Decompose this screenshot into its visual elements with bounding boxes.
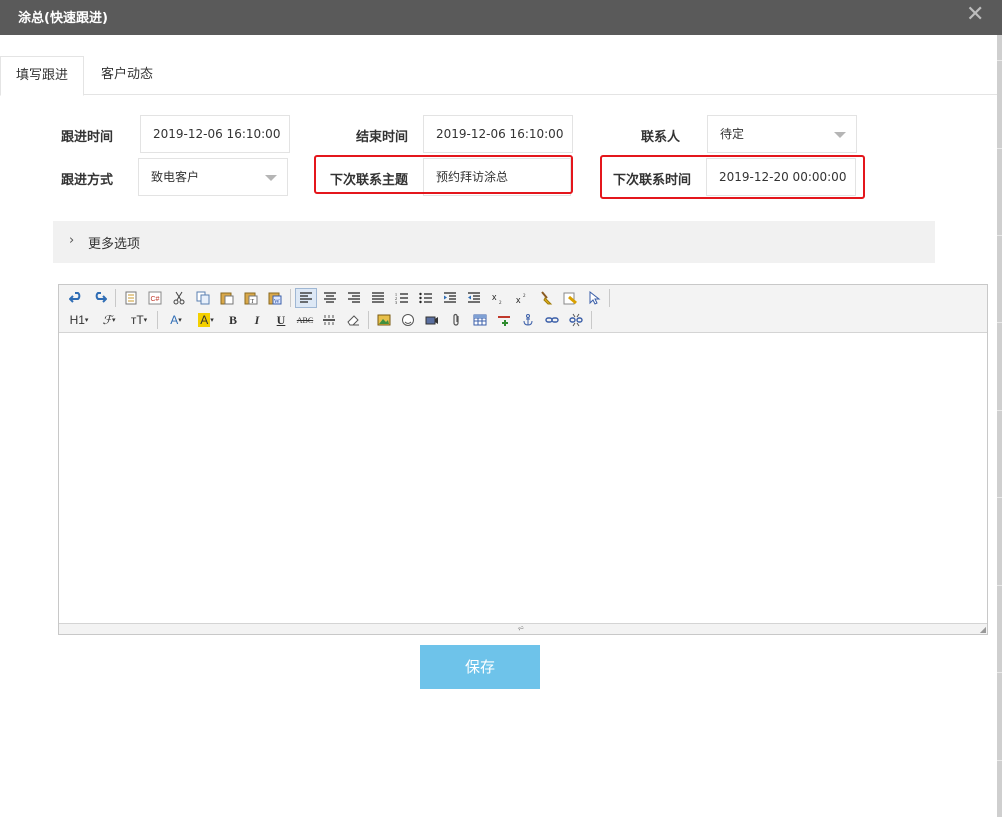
follow-method-label: 跟进方式 xyxy=(60,173,113,188)
editor-content-area[interactable] xyxy=(59,334,987,623)
svg-text:2: 2 xyxy=(523,294,526,299)
heading-label: H1 xyxy=(69,313,85,327)
code-block-icon[interactable]: C# xyxy=(144,288,166,308)
unlink-icon[interactable] xyxy=(565,310,587,330)
tab-bar: 填写跟进 客户动态 xyxy=(0,56,997,96)
ordered-list-icon[interactable]: 123 xyxy=(391,288,413,308)
tab-customer-activity[interactable]: 客户动态 xyxy=(84,56,170,95)
follow-method-select[interactable]: 致电客户 xyxy=(138,158,288,196)
format-painter-icon[interactable] xyxy=(559,288,581,308)
resize-corner-icon[interactable]: ◢ xyxy=(980,625,986,634)
undo-icon[interactable] xyxy=(65,288,87,308)
paste-icon[interactable] xyxy=(216,288,238,308)
save-button[interactable]: 保存 xyxy=(420,645,540,689)
paste-word-icon[interactable]: W xyxy=(264,288,286,308)
attachment-icon[interactable] xyxy=(445,310,467,330)
tab-fill-follow-up[interactable]: 填写跟进 xyxy=(0,56,84,96)
window-titlebar: 涂总(快速跟进) ✕ xyxy=(0,0,1002,35)
cut-icon[interactable] xyxy=(168,288,190,308)
copy-icon[interactable] xyxy=(192,288,214,308)
svg-text:2: 2 xyxy=(499,301,502,305)
underline-button[interactable]: U xyxy=(270,310,292,330)
link-icon[interactable] xyxy=(541,310,563,330)
more-options-toggle[interactable]: › 更多选项 xyxy=(53,221,935,263)
scroll-edge xyxy=(997,35,1002,817)
eraser-icon[interactable] xyxy=(342,310,364,330)
font-family-dropdown[interactable]: ℱ ▾ xyxy=(95,310,123,330)
unordered-list-icon[interactable] xyxy=(415,288,437,308)
heading-dropdown[interactable]: H1 ▾ xyxy=(65,310,93,330)
contact-label: 联系人 xyxy=(640,130,680,145)
svg-text:W: W xyxy=(274,299,280,305)
contact-select[interactable]: 待定 xyxy=(707,115,857,153)
more-options-label: 更多选项 xyxy=(88,237,141,252)
svg-text:T: T xyxy=(251,299,255,305)
contact-value: 待定 xyxy=(720,127,745,141)
svg-text:x: x xyxy=(492,292,497,302)
clear-format-brush-icon[interactable] xyxy=(535,288,557,308)
svg-text:x: x xyxy=(516,295,521,305)
align-right-icon[interactable] xyxy=(343,288,365,308)
highlight-next-subject xyxy=(314,155,573,194)
svg-text:C#: C# xyxy=(151,296,160,303)
follow-time-input[interactable]: 2019-12-06 16:10:00 xyxy=(140,115,290,153)
editor-resize-bar[interactable]: ⩫ ◢ xyxy=(59,623,987,634)
follow-method-value: 致电客户 xyxy=(151,170,200,184)
close-icon[interactable]: ✕ xyxy=(966,4,984,27)
outdent-icon[interactable] xyxy=(463,288,485,308)
resize-grip-icon[interactable]: ⩫ xyxy=(517,625,525,634)
font-color-label: A xyxy=(170,313,179,327)
rich-text-editor: C# T W 123 x 2 x 2 H1 ▾ ℱ ▾ тT ▾ A ▾ A ▾… xyxy=(58,284,988,635)
font-size-label: тT xyxy=(130,313,144,327)
italic-button[interactable]: I xyxy=(246,310,268,330)
background-color-dropdown[interactable]: A ▾ xyxy=(192,310,220,330)
insert-video-icon[interactable] xyxy=(421,310,443,330)
end-time-input[interactable]: 2019-12-06 16:10:00 xyxy=(423,115,573,153)
editor-toolbar: C# T W 123 x 2 x 2 H1 ▾ ℱ ▾ тT ▾ A ▾ A ▾… xyxy=(59,285,987,333)
source-code-icon[interactable] xyxy=(120,288,142,308)
svg-text:3: 3 xyxy=(395,300,397,304)
insert-row-icon[interactable] xyxy=(493,310,515,330)
insert-image-icon[interactable] xyxy=(373,310,395,330)
font-family-label: ℱ xyxy=(102,313,112,327)
dropdown-arrow-icon xyxy=(834,132,846,138)
select-all-icon[interactable] xyxy=(583,288,605,308)
indent-icon[interactable] xyxy=(439,288,461,308)
bold-button[interactable]: B xyxy=(222,310,244,330)
font-size-dropdown[interactable]: тT ▾ xyxy=(125,310,153,330)
highlight-next-time xyxy=(600,155,865,199)
strikethrough-button[interactable]: ABC xyxy=(294,310,316,330)
window-title: 涂总(快速跟进) xyxy=(18,11,108,26)
align-left-icon[interactable] xyxy=(295,288,317,308)
insert-table-icon[interactable] xyxy=(469,310,491,330)
anchor-icon[interactable] xyxy=(517,310,539,330)
insert-emoticon-icon[interactable] xyxy=(397,310,419,330)
horizontal-rule-icon[interactable] xyxy=(318,310,340,330)
paste-text-icon[interactable]: T xyxy=(240,288,262,308)
align-center-icon[interactable] xyxy=(319,288,341,308)
redo-icon[interactable] xyxy=(89,288,111,308)
follow-time-label: 跟进时间 xyxy=(60,130,113,145)
end-time-label: 结束时间 xyxy=(355,130,408,145)
background-color-label: A xyxy=(198,313,211,327)
chevron-right-icon: › xyxy=(69,233,75,248)
dropdown-arrow-icon xyxy=(265,175,277,181)
font-color-dropdown[interactable]: A ▾ xyxy=(162,310,190,330)
subscript-icon[interactable]: x2 xyxy=(487,288,509,308)
align-justify-icon[interactable] xyxy=(367,288,389,308)
superscript-icon[interactable]: x2 xyxy=(511,288,533,308)
